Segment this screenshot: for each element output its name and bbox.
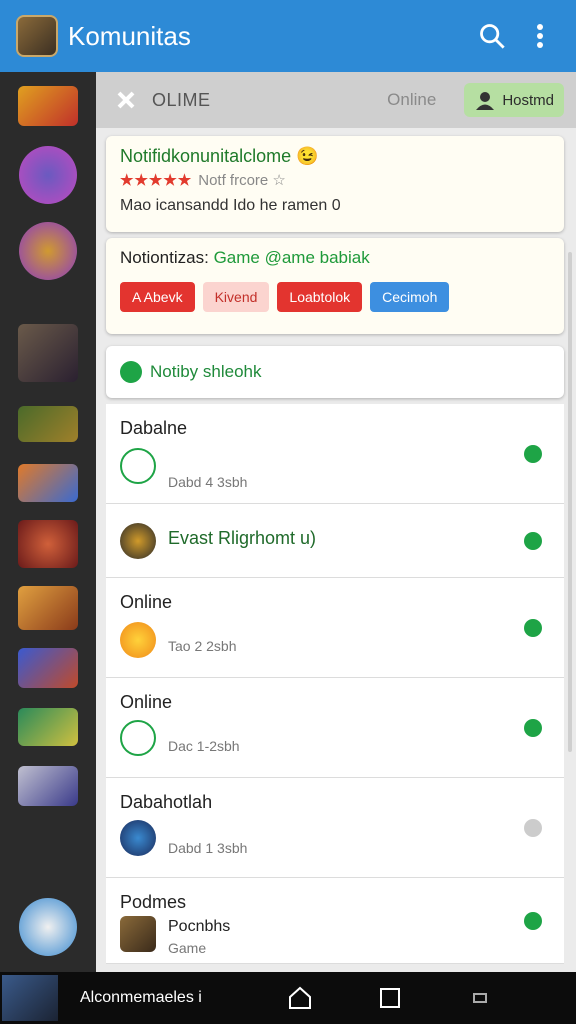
host-chip-label: Hostmd	[502, 91, 554, 109]
star-rating: ★★★★★	[120, 172, 193, 189]
avatar	[120, 448, 156, 484]
item-subtitle: Dac 1-2sbh	[168, 738, 240, 754]
status-dot-icon	[120, 361, 142, 383]
panel-toolbar: OLIME Online Hostmd	[96, 72, 576, 128]
action-button-2[interactable]: Kivend	[202, 282, 270, 312]
item-subtitle: Tao 2 2sbh	[168, 638, 237, 654]
game-icon[interactable]	[18, 324, 78, 382]
notify-label: Notiby shleohk	[150, 362, 262, 381]
close-icon[interactable]	[116, 90, 136, 110]
check-icon	[524, 911, 542, 930]
item-name: Online	[120, 592, 173, 612]
check-icon	[524, 618, 542, 637]
starburst-icon	[120, 622, 156, 658]
game-icon[interactable]	[18, 766, 78, 806]
game-icon[interactable]	[18, 648, 78, 688]
avatar	[120, 916, 156, 952]
app-logo	[16, 15, 58, 57]
member-list: Dabalne Dabd 4 3sbh Evast Rligrhomt u) O…	[106, 404, 564, 964]
action-button-1[interactable]: A Abevk	[120, 282, 195, 312]
host-chip[interactable]: Hostmd	[464, 83, 564, 117]
online-status: Online	[387, 90, 437, 109]
game-icon[interactable]	[18, 586, 78, 630]
avatar	[120, 523, 156, 559]
item-title: Pocnbhs	[168, 918, 231, 935]
item-subtitle: Dabd 1 3sbh	[168, 840, 248, 856]
home-button[interactable]	[280, 978, 320, 1018]
check-icon	[524, 718, 542, 737]
actions-heading-prefix: Notiontizas:	[120, 248, 209, 267]
actions-heading-highlight: Game @ame babiak	[213, 248, 370, 267]
check-icon	[524, 531, 542, 550]
app-bar: Komunitas	[0, 0, 576, 72]
item-name: Evast Rligrhomt u)	[168, 528, 317, 548]
list-item[interactable]: Podmes Pocnbhs Game	[106, 878, 564, 964]
check-icon	[524, 818, 542, 837]
notify-bar[interactable]: Notiby shleohk	[106, 346, 564, 398]
game-icon[interactable]	[18, 406, 78, 442]
rating-text: Notf frcore ☆	[198, 172, 286, 189]
rating-stars: ★★★★★ Notf frcore ☆	[120, 171, 550, 189]
square-icon	[380, 988, 400, 1008]
overflow-menu-button[interactable]	[520, 16, 560, 56]
game-icon[interactable]	[18, 520, 78, 568]
action-button-3[interactable]: Loabtolok	[277, 282, 363, 312]
item-subtitle: Dabd 4 3sbh	[168, 474, 248, 490]
game-icon[interactable]	[19, 146, 77, 204]
avatar	[120, 820, 156, 856]
check-icon	[524, 444, 542, 463]
item-name: Dabahotlah	[120, 792, 213, 812]
more-vert-icon	[537, 24, 543, 48]
list-item[interactable]: Online Dac 1-2sbh	[106, 678, 564, 778]
search-button[interactable]	[472, 16, 512, 56]
actions-heading: Notiontizas: Game @ame babiak	[120, 248, 550, 268]
notification-heading: Notifidkonunitalclome 😉	[120, 146, 319, 166]
avatar	[120, 720, 156, 756]
notification-body: Mao icansandd Ido he ramen 0	[120, 197, 341, 214]
home-icon	[289, 986, 311, 1009]
list-item[interactable]: Evast Rligrhomt u)	[106, 504, 564, 578]
community-panel: OLIME Online Hostmd Notifidkonunitalclom…	[96, 72, 576, 972]
list-item[interactable]: Online Tao 2 2sbh	[106, 578, 564, 678]
list-item[interactable]: Dabahotlah Dabd 1 3sbh	[106, 778, 564, 878]
action-button-4[interactable]: Cecimoh	[370, 282, 450, 312]
user-icon	[476, 92, 495, 110]
recents-button[interactable]	[370, 978, 410, 1018]
game-icon[interactable]	[18, 464, 78, 502]
game-icon[interactable]	[19, 898, 77, 956]
app-title: Komunitas	[68, 20, 191, 51]
item-name: Podmes	[120, 892, 187, 912]
game-icon[interactable]	[18, 86, 78, 126]
recent-app-label: Alconmemaeles i	[80, 989, 202, 1006]
rotate-icon	[473, 993, 487, 1003]
notification-card[interactable]: Notifidkonunitalclome 😉 ★★★★★ Notf frcore…	[106, 136, 564, 232]
recent-app-thumbnail[interactable]	[2, 975, 58, 1021]
item-name: Dabalne	[120, 418, 188, 438]
toolbar-label: OLIME	[152, 89, 211, 110]
game-icon[interactable]	[18, 708, 78, 746]
scrollbar[interactable]	[568, 252, 572, 752]
item-subtitle: Game	[168, 940, 207, 956]
game-icon[interactable]	[19, 222, 77, 280]
search-icon	[480, 24, 505, 49]
notification-actions-card: Notiontizas: Game @ame babiak A Abevk Ki…	[106, 238, 564, 334]
back-button[interactable]	[460, 978, 500, 1018]
list-item[interactable]: Dabalne Dabd 4 3sbh	[106, 404, 564, 504]
item-name: Online	[120, 692, 173, 712]
game-rail	[0, 72, 96, 972]
system-nav-bar: Alconmemaeles i	[0, 972, 576, 1024]
